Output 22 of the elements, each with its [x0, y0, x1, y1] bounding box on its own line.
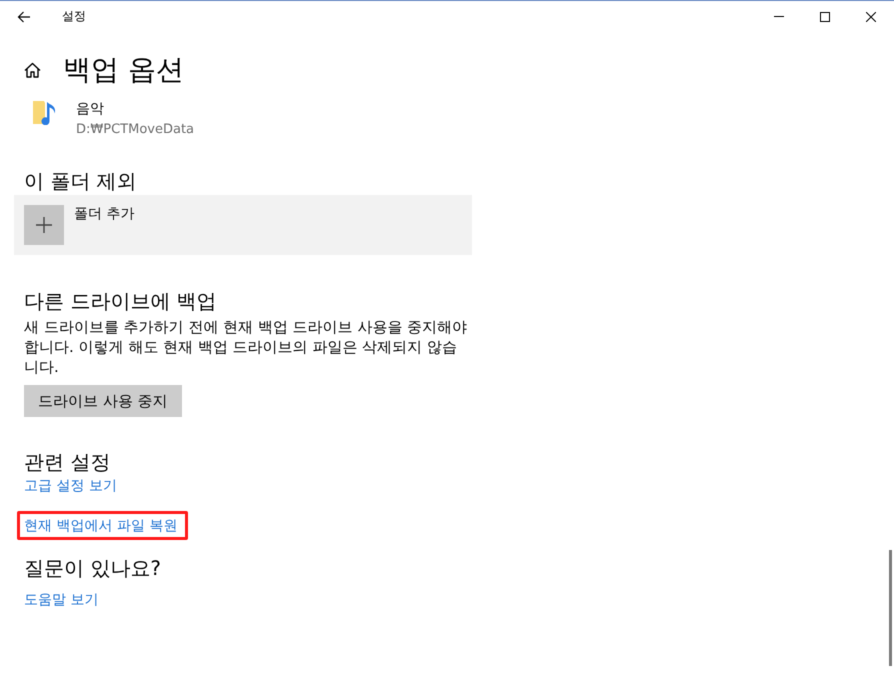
section-heading: 관련 설정	[24, 449, 110, 476]
section-heading: 이 폴더 제외	[24, 168, 137, 195]
home-icon[interactable]	[24, 62, 41, 78]
window-title: 설정	[62, 8, 87, 25]
link[interactable]: 현재 백업에서 파일 복원	[24, 516, 178, 536]
section-heading: 질문이 있나요?	[24, 555, 161, 582]
minimize-icon	[774, 16, 784, 17]
add-folder-button[interactable]: 폴더 추가	[14, 195, 472, 255]
scrollbar-thumb[interactable]	[889, 550, 892, 666]
back-arrow-icon	[17, 10, 31, 22]
music-folder-icon	[33, 99, 56, 125]
description-text: 새 드라이브를 추가하기 전에 현재 백업 드라이브 사용을 중지해야 합니다. 이렇게 해도 현재 백업 드라이브의 파일은 삭제되지 않습니다.	[24, 317, 468, 377]
folder-path: D:₩PCTMoveData	[76, 121, 194, 139]
close-icon	[866, 12, 876, 22]
link[interactable]: 고급 설정 보기	[24, 476, 117, 496]
stop-drive-button[interactable]: 드라이브 사용 중지	[24, 385, 182, 417]
maximize-icon	[820, 12, 830, 22]
section-heading: 다른 드라이브에 백업	[24, 288, 217, 315]
folder-name: 음악	[76, 100, 105, 119]
page-title: 백업 옵션	[63, 52, 184, 88]
link[interactable]: 도움말 보기	[24, 590, 98, 610]
plus-tile-icon	[24, 205, 64, 245]
